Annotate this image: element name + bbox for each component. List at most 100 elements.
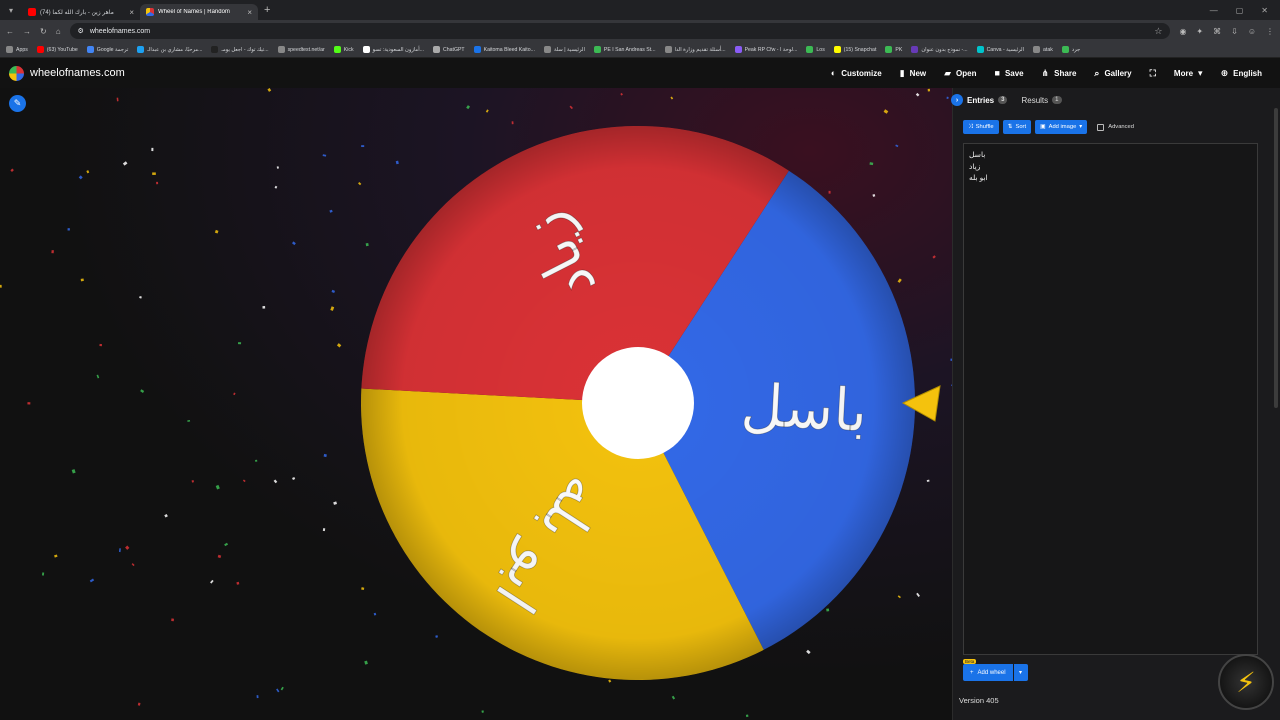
home-icon[interactable]: ⌂ [56,27,61,36]
save-button[interactable]: ■ Save [986,68,1033,78]
bookmark-label: Los [816,46,825,53]
download-icon[interactable]: ⇩ [1231,27,1238,36]
tab-search-icon[interactable]: ▾ [0,6,22,15]
bookmark-label: (15) Snapchat [843,46,877,53]
sort-label: Sort [1015,124,1027,130]
wheel-area: باسلابو بلهزياد ✎ [0,88,952,720]
bookmark-item[interactable]: أسئلة تقديم وزارة الدا... [664,46,726,53]
shuffle-icon: ⤨ [968,123,973,130]
add-image-button[interactable]: ▣ Add image ▾ [1035,120,1088,134]
add-wheel-dropdown[interactable]: ▾ [1013,664,1028,681]
palette-icon: ◐ [830,68,837,78]
edit-title-button[interactable]: ✎ [9,95,26,112]
bookmark-label: Canva - الرئيسية [986,46,1025,53]
bookmark-item[interactable]: PE I San Andreas St... [593,46,656,53]
bookmark-item[interactable]: Kick [333,46,354,53]
more-button[interactable]: More ▾ [1165,68,1212,79]
search-icon: ⌕ [1094,67,1100,78]
confetti-piece [99,343,103,347]
confetti-piece [322,528,326,532]
confetti-piece [292,241,296,246]
profile-icon[interactable]: ☺ [1248,27,1256,36]
share-icon: ⋔ [1041,67,1050,78]
forward-icon[interactable]: → [23,27,31,36]
bookmark-item[interactable]: (15) Snapchat [833,46,877,53]
english-button[interactable]: ⊕ English [1212,68,1271,79]
confetti-piece [806,649,811,655]
file-icon: ▮ [899,67,905,78]
bookmark-favicon-icon [734,46,742,53]
site-info-icon[interactable]: ⚙ [78,27,84,35]
confetti-piece [916,592,920,597]
bookmark-item[interactable]: نموذج بدون عنوان -... [911,46,968,53]
site-logo[interactable]: wheelofnames.com [9,65,125,81]
lightning-bolt-icon[interactable]: ⚡ [1218,654,1274,710]
bookmark-item[interactable]: ChatGPT [432,46,465,53]
menu-icon[interactable]: ⋮ [1266,27,1274,36]
add-wheel-button[interactable]: + Add wheel [963,664,1013,681]
bookmark-item[interactable]: Apps [6,46,28,53]
tab-entries[interactable]: › Entries 3 [951,94,1008,106]
bookmark-star-icon[interactable]: ☆ [1154,26,1162,37]
bookmark-item[interactable]: الرئيسية | سلة [543,46,585,53]
bookmark-item[interactable]: atak [1033,46,1053,53]
share-button[interactable]: ⋔ Share [1033,68,1086,79]
wheel-canvas[interactable]: باسلابو بلهزياد [0,88,952,720]
bookmark-item[interactable]: Peak RP Cfw - لوحة ا... [734,46,797,53]
bookmark-item[interactable]: (63) YouTube [36,46,78,53]
close-window-icon[interactable]: ✕ [1261,6,1268,15]
browser-tab-youtube[interactable]: (74) ماهر زين - بارك الله لكما × [22,4,140,20]
wheel-center-hub[interactable] [582,347,694,459]
sort-button[interactable]: ⇅ Sort [1002,120,1032,134]
bookmark-item[interactable]: جرد [1061,46,1080,53]
bookmark-favicon-icon [976,46,984,53]
bookmark-label: PK [895,46,903,53]
confetti-piece [620,92,623,96]
confetti-piece [569,105,573,110]
confetti-piece [41,572,45,576]
confetti-piece [255,459,258,462]
bookmark-item[interactable]: Canva - الرئيسية [976,46,1025,53]
translate-icon[interactable]: ⌘ [1213,27,1221,36]
customize-button[interactable]: ◐ Customize [822,68,891,78]
advanced-checkbox[interactable]: Advanced [1097,123,1134,131]
bookmark-item[interactable]: مرحبًا، مشاري بن عبدالـ... [137,46,202,53]
bookmark-label: Apps [16,46,28,53]
minimize-icon[interactable]: — [1210,6,1218,15]
url-input[interactable]: ⚙ wheelofnames.com ☆ [69,23,1171,39]
confetti-piece [214,229,219,234]
new-button[interactable]: ▮ New [891,68,935,79]
close-tab-icon[interactable]: × [247,8,252,17]
bookmark-item[interactable]: تيك توك - اجعل يومـ... [211,46,269,53]
bookmark-item[interactable]: Google ترجمة [86,46,128,53]
back-icon[interactable]: ← [6,27,14,36]
bookmark-item[interactable]: speedtest.net/ar [277,46,325,53]
confetti-piece [191,479,194,483]
bookmark-item[interactable]: Kaitoma Bleed Kaito... [473,46,535,53]
confetti-piece [122,161,128,166]
bookmark-favicon-icon [137,46,145,53]
tab-results[interactable]: Results 1 [1021,96,1062,105]
bookmark-favicon-icon [277,46,285,53]
confetti-piece [80,278,84,282]
confetti-piece [670,96,674,100]
scrollbar[interactable] [1274,108,1278,408]
entries-textarea[interactable]: باسل زياد ابو بله [963,143,1258,655]
extension-icon[interactable]: ◉ [1179,27,1186,36]
puzzle-icon[interactable]: ✦ [1196,27,1203,36]
open-button[interactable]: ▰ Open [935,68,985,79]
bookmark-item[interactable]: PK [885,46,902,53]
browser-tab-wheel[interactable]: Wheel of Names | Random × [140,4,258,20]
checkbox-box[interactable] [1097,123,1105,131]
confetti-piece [217,554,222,559]
bookmark-item[interactable]: أمازون السعودية: تسو... [362,46,424,53]
collapse-panel-icon[interactable]: › [951,94,963,106]
reload-icon[interactable]: ↻ [40,27,47,36]
maximize-icon[interactable]: ▢ [1236,6,1244,15]
bookmark-item[interactable]: Los [806,46,825,53]
close-tab-icon[interactable]: × [129,8,134,17]
gallery-button[interactable]: ⌕ Gallery [1085,68,1140,79]
new-tab-button[interactable]: + [264,4,270,16]
shuffle-button[interactable]: ⤨ Shuffle [963,120,999,134]
fullscreen-button[interactable]: ⛶ [1141,68,1165,79]
